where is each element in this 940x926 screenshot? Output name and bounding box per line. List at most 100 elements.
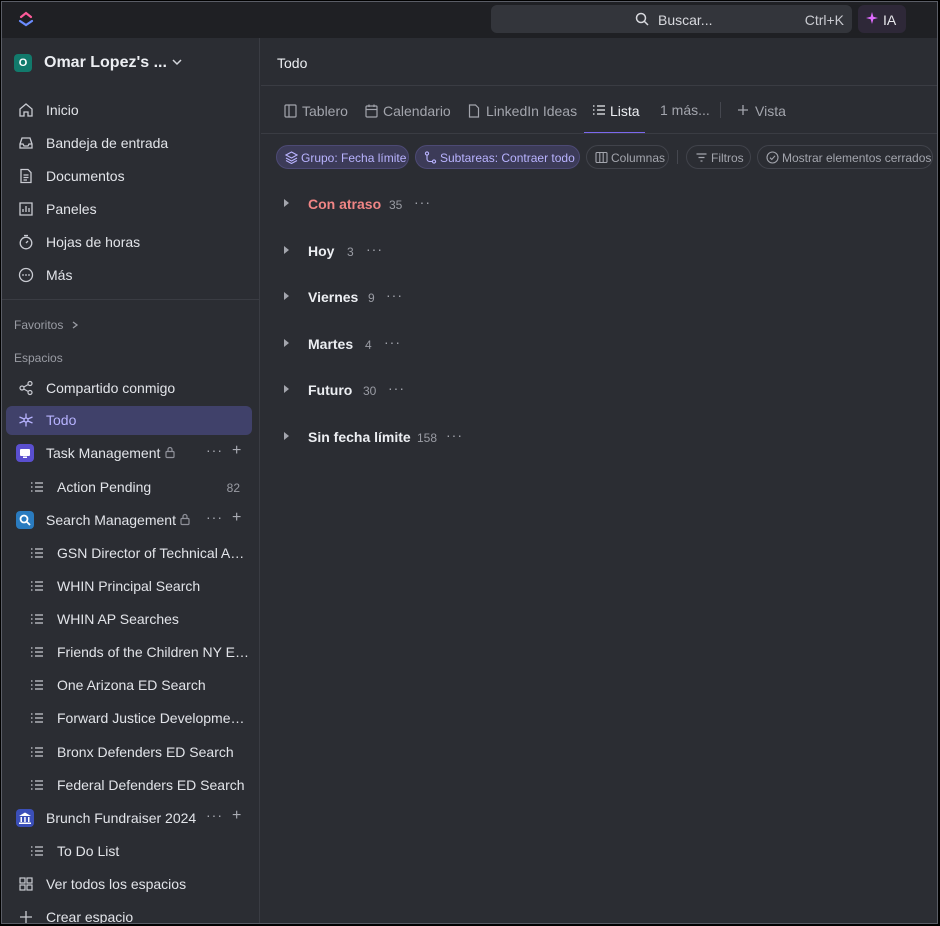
list-item-to-do[interactable]: To Do List bbox=[6, 837, 252, 866]
sidebar-item-hojas-de-horas[interactable]: Hojas de horas bbox=[6, 228, 252, 257]
list-item[interactable]: WHIN AP Searches bbox=[6, 605, 252, 634]
group-by-chip[interactable]: Grupo: Fecha límite bbox=[276, 145, 409, 169]
favorites-header[interactable]: Favoritos bbox=[14, 318, 80, 332]
sidebar-divider bbox=[2, 299, 260, 300]
sidebar-item-mas[interactable]: Más bbox=[6, 261, 252, 290]
workspace-switcher[interactable]: O Omar Lopez's ... bbox=[14, 53, 254, 73]
chip-label: Filtros bbox=[711, 151, 744, 165]
add-icon[interactable]: + bbox=[232, 442, 241, 460]
list-item[interactable]: WHIN Principal Search bbox=[6, 572, 252, 601]
list-icon bbox=[31, 846, 43, 856]
space-options-icon[interactable]: ··· bbox=[206, 807, 223, 823]
caret-right-icon[interactable] bbox=[284, 246, 289, 254]
lock-icon bbox=[180, 513, 190, 526]
list-item[interactable]: GSN Director of Technical Assi... bbox=[6, 539, 252, 568]
chip-label: Grupo: Fecha límite bbox=[301, 151, 407, 165]
group-name: Sin fecha límite bbox=[308, 429, 411, 445]
doc-icon bbox=[468, 104, 480, 118]
list-item[interactable]: Federal Defenders ED Search bbox=[6, 771, 252, 800]
view-all-spaces[interactable]: Ver todos los espacios bbox=[6, 870, 252, 899]
list-name: Action Pending bbox=[57, 479, 152, 495]
create-space[interactable]: Crear espacio bbox=[6, 903, 252, 923]
space-options-icon[interactable]: ··· bbox=[206, 442, 223, 458]
chevron-down-icon bbox=[172, 59, 182, 66]
check-circle-icon bbox=[766, 151, 779, 164]
show-closed-chip[interactable]: Mostrar elementos cerrados bbox=[757, 145, 933, 169]
list-item[interactable]: Friends of the Children NY ED... bbox=[6, 638, 252, 667]
home-icon bbox=[19, 103, 33, 117]
add-icon[interactable]: + bbox=[232, 807, 241, 825]
group-options-icon[interactable]: ··· bbox=[366, 241, 383, 257]
space-brunch-fundraiser[interactable]: Brunch Fundraiser 2024 ··· + bbox=[6, 804, 252, 833]
document-icon bbox=[20, 168, 32, 184]
tab-separator bbox=[720, 102, 721, 118]
group-row[interactable]: Hoy 3 ··· bbox=[277, 240, 477, 262]
workspace-avatar: O bbox=[14, 54, 32, 72]
tabs-divider bbox=[261, 133, 937, 134]
group-name: Hoy bbox=[308, 243, 335, 259]
sidebar-item-label: Bandeja de entrada bbox=[46, 135, 169, 151]
space-options-icon[interactable]: ··· bbox=[206, 509, 223, 525]
list-icon bbox=[593, 105, 605, 115]
chip-label: Columnas bbox=[611, 151, 666, 165]
sidebar-item-shared[interactable]: Compartido conmigo bbox=[6, 374, 252, 403]
bank-icon bbox=[16, 809, 34, 827]
search-bar[interactable]: Buscar... Ctrl+K bbox=[491, 5, 852, 33]
ai-button[interactable]: IA bbox=[858, 5, 906, 33]
sparkle-icon bbox=[866, 12, 878, 24]
tab-more[interactable]: 1 más... bbox=[660, 102, 710, 122]
space-search-management[interactable]: Search Management ··· + bbox=[6, 506, 252, 535]
board-icon bbox=[284, 104, 297, 118]
list-icon bbox=[31, 614, 43, 624]
group-name: Futuro bbox=[308, 382, 353, 398]
list-name: GSN Director of Technical Assi... bbox=[57, 545, 249, 561]
caret-right-icon[interactable] bbox=[284, 339, 289, 347]
list-icon bbox=[31, 747, 43, 757]
filters-chip[interactable]: Filtros bbox=[686, 145, 751, 169]
group-options-icon[interactable]: ··· bbox=[386, 287, 403, 303]
group-options-icon[interactable]: ··· bbox=[384, 334, 401, 350]
sidebar-item-label: Más bbox=[46, 267, 73, 283]
group-count: 30 bbox=[363, 384, 377, 398]
group-count: 9 bbox=[368, 291, 375, 305]
list-item[interactable]: Forward Justice Development ... bbox=[6, 704, 252, 733]
group-row[interactable]: Martes 4 ··· bbox=[277, 333, 477, 355]
subtasks-chip[interactable]: Subtareas: Contraer todo bbox=[415, 145, 580, 169]
list-name: Friends of the Children NY ED... bbox=[57, 644, 249, 660]
group-row[interactable]: Sin fecha límite 158 ··· bbox=[277, 426, 497, 448]
caret-right-icon[interactable] bbox=[284, 199, 289, 207]
list-item[interactable]: One Arizona ED Search bbox=[6, 671, 252, 700]
caret-right-icon[interactable] bbox=[284, 432, 289, 440]
main-content: Todo Tablero Calendario LinkedIn Ideas L… bbox=[261, 38, 937, 923]
group-row[interactable]: Futuro 30 ··· bbox=[277, 379, 477, 401]
sidebar-item-todo[interactable]: Todo bbox=[6, 406, 252, 435]
list-name: Forward Justice Development ... bbox=[57, 710, 249, 726]
clickup-logo-icon[interactable] bbox=[18, 10, 34, 28]
search-shortcut: Ctrl+K bbox=[804, 12, 844, 28]
sidebar-item-inbox[interactable]: Bandeja de entrada bbox=[6, 129, 252, 158]
group-row[interactable]: Viernes 9 ··· bbox=[277, 286, 477, 308]
group-options-icon[interactable]: ··· bbox=[446, 427, 463, 443]
sidebar-item-paneles[interactable]: Paneles bbox=[6, 195, 252, 224]
app-window: Buscar... Ctrl+K IA O Omar Lopez's ... I… bbox=[1, 1, 938, 924]
space-task-management[interactable]: Task Management ··· + bbox=[6, 439, 252, 468]
list-item-action-pending[interactable]: Action Pending 82 bbox=[6, 473, 252, 502]
list-name: Bronx Defenders ED Search bbox=[57, 744, 234, 760]
grid-icon bbox=[19, 877, 33, 891]
group-count: 3 bbox=[347, 245, 354, 259]
add-icon[interactable]: + bbox=[232, 509, 241, 527]
caret-right-icon[interactable] bbox=[284, 292, 289, 300]
group-options-icon[interactable]: ··· bbox=[388, 380, 405, 396]
caret-right-icon[interactable] bbox=[284, 385, 289, 393]
everything-icon bbox=[19, 413, 33, 427]
sidebar-item-documentos[interactable]: Documentos bbox=[6, 162, 252, 191]
sidebar-item-inicio[interactable]: Inicio bbox=[6, 96, 252, 125]
group-options-icon[interactable]: ··· bbox=[414, 194, 431, 210]
sidebar-item-label: Compartido conmigo bbox=[46, 380, 176, 396]
group-row[interactable]: Con atraso 35 ··· bbox=[277, 193, 477, 215]
chip-label: Subtareas: Contraer todo bbox=[440, 151, 575, 165]
space-name: Task Management bbox=[46, 445, 161, 461]
columns-chip[interactable]: Columnas bbox=[586, 145, 669, 169]
page-title: Todo bbox=[277, 55, 308, 71]
list-item[interactable]: Bronx Defenders ED Search bbox=[6, 738, 252, 767]
